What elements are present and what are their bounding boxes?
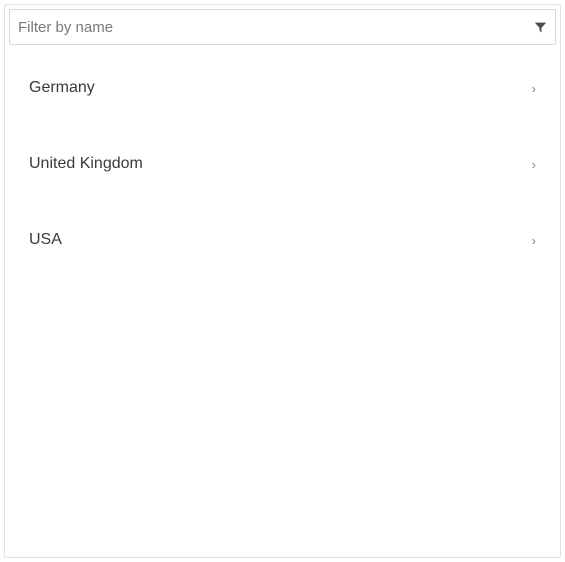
list-item-label: United Kingdom (29, 155, 143, 173)
list-item-united-kingdom[interactable]: United Kingdom › (5, 145, 560, 183)
chevron-right-icon: › (532, 82, 536, 95)
filter-icon[interactable] (533, 20, 547, 34)
chevron-right-icon: › (532, 234, 536, 247)
panel: Germany › United Kingdom › USA › (4, 4, 561, 558)
filter-input[interactable] (18, 10, 533, 44)
list-item-label: Germany (29, 79, 95, 97)
list-item-usa[interactable]: USA › (5, 221, 560, 259)
chevron-right-icon: › (532, 158, 536, 171)
list-item-germany[interactable]: Germany › (5, 69, 560, 107)
country-list: Germany › United Kingdom › USA › (5, 49, 560, 557)
filter-bar (9, 9, 556, 45)
list-item-label: USA (29, 231, 62, 249)
